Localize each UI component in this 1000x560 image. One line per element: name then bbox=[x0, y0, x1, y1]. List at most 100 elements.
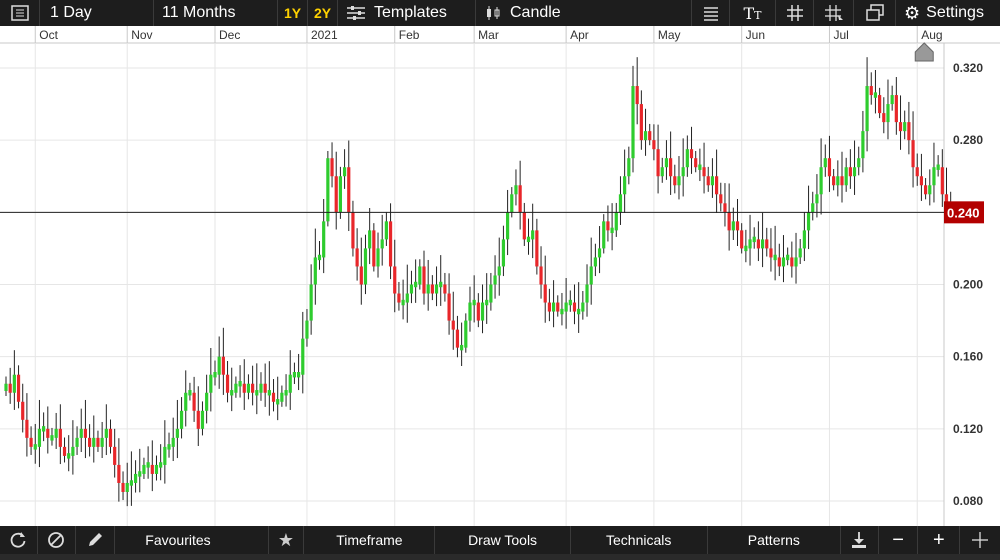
candle-body bbox=[802, 230, 806, 249]
candle-body bbox=[577, 308, 581, 315]
candle-body bbox=[25, 419, 29, 438]
price-chart[interactable]: Oct Nov Dec 2021 Feb Mar Apr May Jun Jul Aug 0.080 0… bbox=[0, 26, 1000, 526]
candle-body bbox=[62, 446, 67, 456]
candle-body bbox=[911, 140, 915, 168]
pencil-icon bbox=[88, 533, 102, 546]
clear-button[interactable] bbox=[38, 526, 76, 554]
settings-button[interactable]: ⚙ Settings bbox=[896, 0, 986, 26]
favourite-star-button[interactable]: ★ bbox=[269, 526, 305, 554]
candle-body bbox=[397, 293, 401, 303]
crosshair-button[interactable] bbox=[814, 0, 854, 26]
candle-body bbox=[673, 176, 677, 186]
candle-body bbox=[434, 284, 439, 294]
candle-body bbox=[42, 426, 46, 432]
pencil-button[interactable] bbox=[76, 526, 116, 554]
candle-body bbox=[288, 374, 292, 393]
candle-body bbox=[234, 383, 238, 393]
candle-body bbox=[301, 338, 305, 375]
candle-body bbox=[376, 248, 380, 267]
candle-body bbox=[765, 239, 769, 249]
candle-body bbox=[213, 372, 217, 378]
candle-body bbox=[618, 194, 623, 213]
candle-body bbox=[342, 167, 347, 177]
candle-body bbox=[242, 383, 246, 393]
download-button[interactable] bbox=[841, 526, 879, 554]
month-label: Mar bbox=[478, 28, 499, 42]
grid-icon bbox=[786, 5, 803, 21]
templates-label: Templates bbox=[374, 4, 447, 21]
candle-body bbox=[259, 383, 263, 393]
candle-body bbox=[497, 266, 501, 276]
candle-body bbox=[464, 320, 468, 348]
windows-icon bbox=[865, 4, 884, 21]
gear-icon: ⚙ bbox=[904, 2, 921, 23]
timeframe-button[interactable]: Timeframe bbox=[304, 526, 436, 554]
candle-body bbox=[681, 167, 685, 177]
refresh-button[interactable] bbox=[0, 526, 38, 554]
range-1y-button[interactable]: 1Y bbox=[278, 0, 308, 26]
candle-body bbox=[740, 230, 744, 249]
candle-body bbox=[188, 390, 192, 396]
candle-body bbox=[334, 176, 338, 213]
text-size-button[interactable]: TT bbox=[730, 0, 776, 26]
candle-body bbox=[238, 381, 242, 387]
period-select[interactable]: 11 Months bbox=[154, 0, 278, 26]
candle-body bbox=[878, 95, 882, 114]
candle-body bbox=[581, 302, 585, 312]
candle-body bbox=[606, 221, 610, 231]
grid-button[interactable] bbox=[776, 0, 814, 26]
draw-tools-button[interactable]: Draw Tools bbox=[435, 526, 571, 554]
candle-body bbox=[200, 410, 205, 429]
candle-body bbox=[150, 464, 154, 474]
candle-body bbox=[58, 428, 62, 447]
candle-body bbox=[388, 221, 393, 267]
candle-body bbox=[430, 284, 434, 294]
candle-body bbox=[819, 167, 823, 195]
interval-select[interactable]: 1 Day bbox=[40, 0, 154, 26]
candle-body bbox=[811, 203, 815, 213]
candle-body bbox=[472, 299, 476, 306]
candle-body bbox=[727, 212, 731, 231]
candle-body bbox=[706, 176, 710, 186]
technicals-button[interactable]: Technicals bbox=[571, 526, 708, 554]
candle-body bbox=[67, 453, 71, 459]
windows-button[interactable] bbox=[854, 0, 896, 26]
scroll-marker-icon[interactable] bbox=[914, 42, 934, 62]
layout-button[interactable] bbox=[692, 0, 730, 26]
candle-body bbox=[848, 167, 852, 177]
download-icon bbox=[852, 532, 867, 548]
candle-body bbox=[460, 344, 464, 351]
candle-body bbox=[113, 446, 117, 465]
range-2y-button[interactable]: 2Y bbox=[308, 0, 338, 26]
candle-body bbox=[710, 176, 715, 186]
candle-icon bbox=[487, 6, 500, 20]
month-label: Jun bbox=[746, 28, 765, 42]
zoom-in-button[interactable]: + bbox=[918, 526, 961, 554]
candle-body bbox=[781, 257, 786, 267]
month-label: 2021 bbox=[311, 28, 338, 42]
chart-type-select[interactable]: Candle bbox=[476, 0, 692, 26]
zoom-out-button[interactable]: − bbox=[879, 526, 919, 554]
refresh-icon bbox=[11, 532, 26, 548]
candle-body bbox=[631, 86, 635, 159]
candle-body bbox=[230, 390, 234, 396]
candle-body bbox=[33, 444, 37, 450]
candle-body bbox=[292, 372, 297, 378]
candle-body bbox=[723, 203, 727, 213]
candle-body bbox=[547, 302, 551, 312]
patterns-label: Patterns bbox=[747, 532, 800, 548]
candle-body bbox=[217, 356, 221, 375]
favourites-button[interactable]: Favourites bbox=[115, 526, 269, 554]
candle-body bbox=[593, 257, 597, 267]
menu-icon bbox=[10, 5, 29, 21]
templates-button[interactable]: Templates bbox=[338, 0, 476, 26]
candle-body bbox=[932, 167, 936, 186]
candle-body bbox=[936, 164, 940, 170]
candle-body bbox=[468, 302, 472, 321]
candle-body bbox=[347, 167, 351, 213]
patterns-button[interactable]: Patterns bbox=[708, 526, 841, 554]
menu-button[interactable] bbox=[0, 0, 40, 26]
candle-body bbox=[92, 437, 96, 447]
month-label: Dec bbox=[219, 28, 240, 42]
crosshair-button[interactable] bbox=[960, 526, 1000, 554]
